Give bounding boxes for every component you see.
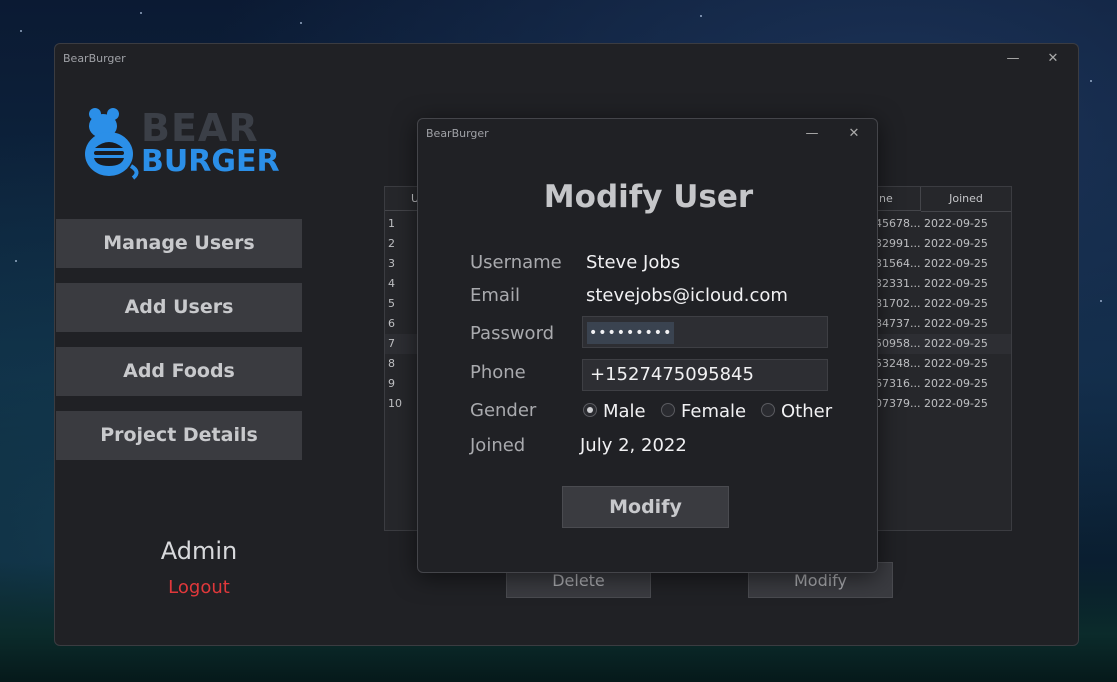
radio-unselected-icon [661,403,675,417]
cell-phone: 67316... [875,377,921,390]
phone-field[interactable]: +1527475095845 [582,359,828,391]
dialog-modify-button[interactable]: Modify [562,486,729,528]
phone-label: Phone [470,362,526,383]
nav-project-details[interactable]: Project Details [56,411,302,460]
nav-manage-users[interactable]: Manage Users [56,219,302,268]
cell-joined: 2022-09-25 [924,317,988,330]
cell-id: 1 [388,217,395,230]
dialog-title: Modify User [543,179,754,215]
cell-joined: 2022-09-25 [924,337,988,350]
radio-unselected-icon [761,403,775,417]
user-role-label: Admin [160,537,238,565]
cell-phone: 32991... [875,237,921,250]
username-label: Username [470,252,562,273]
close-button[interactable]: ✕ [1040,48,1066,70]
logo: BEAR BURGER [83,104,283,184]
cell-phone: 81702... [875,297,921,310]
cell-phone: 53248... [875,357,921,370]
cell-phone: 50958... [875,337,921,350]
nav-add-users[interactable]: Add Users [56,283,302,332]
cell-phone: 84737... [875,317,921,330]
bear-icon [85,108,139,180]
cell-phone: 32331... [875,277,921,290]
email-value: stevejobs@icloud.com [586,285,788,306]
cell-id: 9 [388,377,395,390]
minimize-button[interactable]: — [1000,48,1026,70]
dialog-minimize-button[interactable]: — [799,123,825,145]
cell-joined: 2022-09-25 [924,277,988,290]
cell-joined: 2022-09-25 [924,257,988,270]
cell-joined: 2022-09-25 [924,377,988,390]
cell-phone: 45678... [875,217,921,230]
cell-joined: 2022-09-25 [924,217,988,230]
cell-id: 5 [388,297,395,310]
logout-link[interactable]: Logout [139,577,259,598]
cell-id: 8 [388,357,395,370]
cell-id: 6 [388,317,395,330]
radio-label-female: Female [681,401,747,422]
cell-id: 10 [388,397,402,410]
logo-text-burger: BURGER [141,144,280,179]
cell-id: 2 [388,237,395,250]
gender-label: Gender [470,400,537,421]
cell-id: 3 [388,257,395,270]
email-label: Email [470,285,520,306]
cell-joined: 2022-09-25 [924,237,988,250]
password-value: ••••••••• [587,322,675,344]
window-title: BearBurger [63,52,126,65]
gender-radio-other[interactable]: Other [761,401,832,422]
gender-radio-female[interactable]: Female [661,401,746,422]
joined-value: July 2, 2022 [580,435,687,456]
cell-id: 4 [388,277,395,290]
gender-radio-male[interactable]: Male [583,401,646,422]
radio-selected-icon [583,403,597,417]
password-field[interactable]: ••••••••• [582,316,828,348]
nav-add-foods[interactable]: Add Foods [56,347,302,396]
username-value: Steve Jobs [586,252,681,273]
joined-label: Joined [470,435,526,456]
password-label: Password [470,323,555,344]
dialog-close-button[interactable]: ✕ [841,123,867,145]
cell-phone: 07379... [875,397,921,410]
radio-label-male: Male [603,401,646,422]
cell-id: 7 [388,337,395,350]
modify-user-dialog: BearBurger — ✕ Modify User Username Stev… [417,118,878,573]
cell-phone: 31564... [875,257,921,270]
column-header-joined[interactable]: Joined [921,187,1011,212]
cell-joined: 2022-09-25 [924,397,988,410]
cell-joined: 2022-09-25 [924,357,988,370]
radio-label-other: Other [781,401,833,422]
dialog-window-title: BearBurger [426,127,489,140]
column-header-phone[interactable]: ne [875,187,921,211]
cell-joined: 2022-09-25 [924,297,988,310]
